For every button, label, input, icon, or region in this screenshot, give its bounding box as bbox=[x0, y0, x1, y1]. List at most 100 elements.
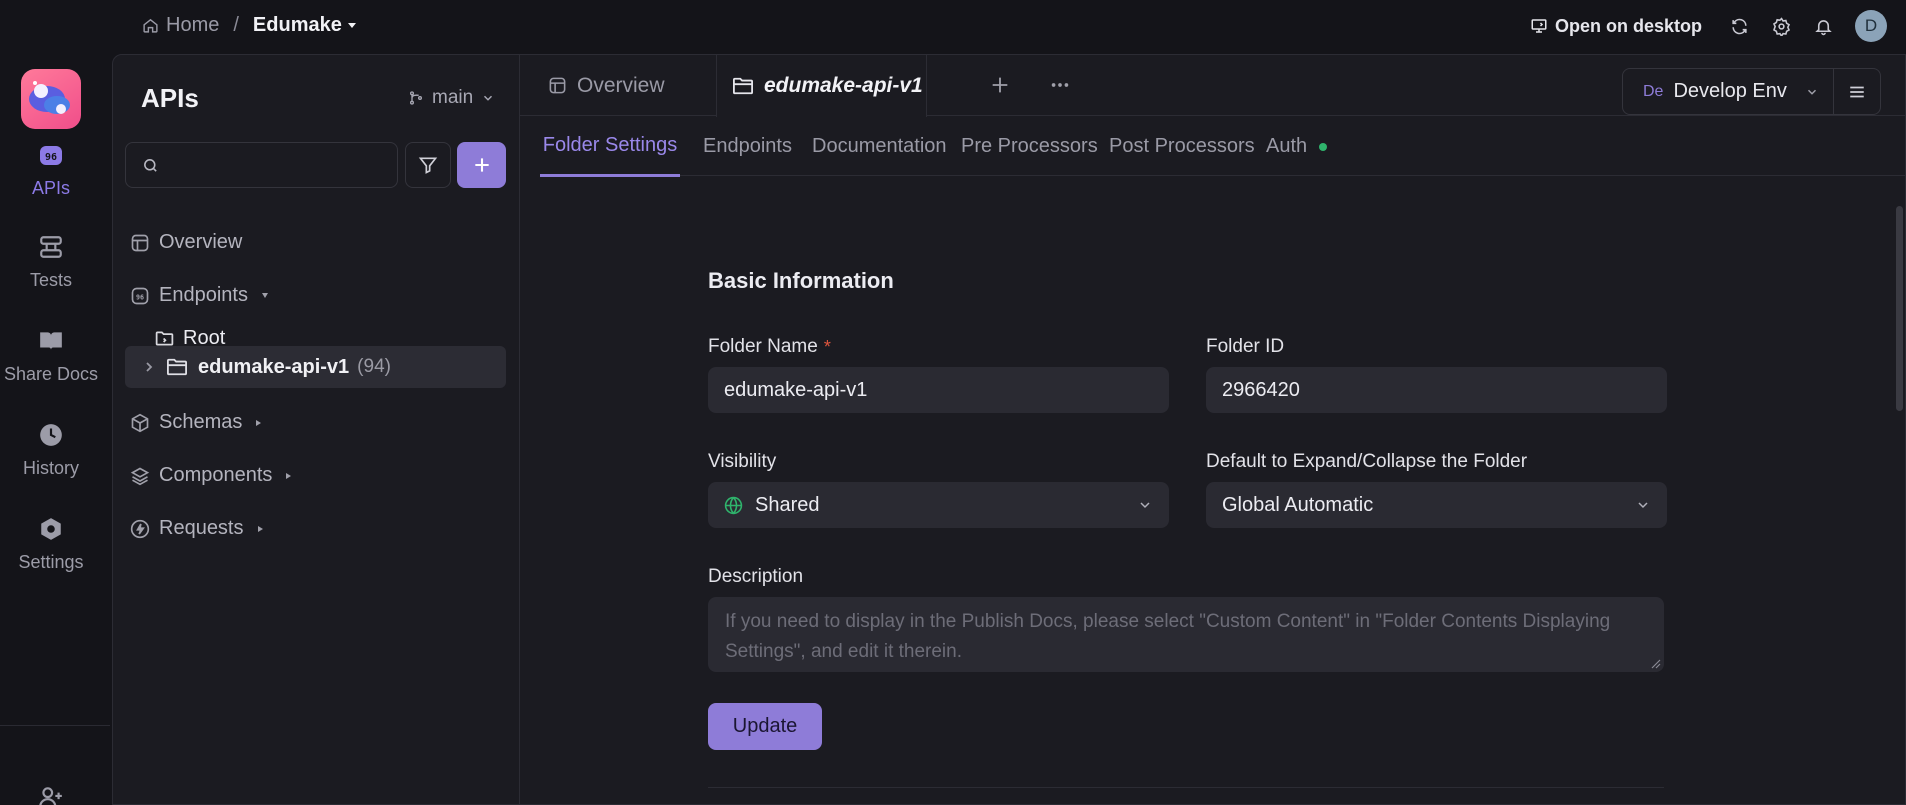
new-tab-button[interactable] bbox=[986, 71, 1014, 99]
rail-label-share-docs: Share Docs bbox=[3, 364, 99, 384]
expand-collapse-select[interactable]: Global Automatic bbox=[1206, 482, 1667, 528]
lightning-icon bbox=[129, 518, 151, 540]
monitor-icon bbox=[1530, 17, 1548, 35]
rail-label-tests: Tests bbox=[29, 270, 72, 290]
tree-label-components: Components bbox=[159, 464, 273, 486]
branch-icon bbox=[408, 90, 424, 106]
caret-down-icon bbox=[347, 22, 356, 28]
book-icon bbox=[36, 326, 66, 356]
clock-icon bbox=[36, 420, 66, 450]
tree-item-endpoints[interactable]: 96 Endpoints bbox=[129, 284, 268, 307]
env-label: Develop Env bbox=[1673, 80, 1787, 102]
expand-collapse-value: Global Automatic bbox=[1222, 493, 1374, 516]
tree-item-folder[interactable]: edumake-api-v1 (94) bbox=[125, 346, 506, 388]
environment-menu-button[interactable] bbox=[1834, 68, 1881, 115]
caret-right-icon bbox=[286, 472, 292, 479]
subtab-documentation[interactable]: Documentation bbox=[812, 117, 947, 176]
chevron-down-icon bbox=[1805, 85, 1819, 99]
left-rail: 96 APIs Tests Share Docs History Setting… bbox=[0, 52, 110, 805]
project-name: Edumake bbox=[252, 13, 342, 36]
avatar[interactable]: D bbox=[1855, 10, 1887, 42]
rail-item-settings[interactable]: Settings bbox=[0, 514, 102, 573]
folder-subtabs: Folder Settings Endpoints Documentation … bbox=[540, 117, 1905, 177]
tree-item-overview[interactable]: Overview bbox=[129, 231, 242, 254]
branch-selector[interactable]: main bbox=[408, 87, 495, 109]
breadcrumb-home[interactable]: Home bbox=[142, 14, 219, 37]
status-dot bbox=[1319, 142, 1328, 151]
rail-label-history: History bbox=[22, 458, 79, 478]
update-button[interactable]: Update bbox=[708, 703, 822, 750]
chevron-down-icon bbox=[481, 91, 495, 105]
folder-name: edumake-api-v1 bbox=[198, 355, 350, 378]
rail-item-share-docs[interactable]: Share Docs bbox=[0, 326, 102, 385]
visibility-value: Shared bbox=[755, 493, 820, 516]
tree-item-schemas[interactable]: Schemas bbox=[129, 411, 262, 434]
tree-label-schemas: Schemas bbox=[159, 411, 243, 433]
chevron-down-icon bbox=[1137, 497, 1153, 513]
open-desktop-button[interactable]: Open on desktop bbox=[1530, 16, 1702, 37]
folder-name-label-text: Folder Name bbox=[708, 336, 818, 357]
branch-name: main bbox=[432, 87, 474, 108]
filter-button[interactable] bbox=[405, 142, 451, 188]
caret-right-icon bbox=[257, 525, 263, 532]
environment-select[interactable]: De Develop Env bbox=[1622, 68, 1834, 115]
user-plus-icon bbox=[36, 782, 66, 805]
svg-text:96: 96 bbox=[45, 152, 57, 163]
subtab-post-processors[interactable]: Post Processors bbox=[1109, 117, 1255, 176]
subtab-folder-settings[interactable]: Folder Settings bbox=[540, 117, 680, 177]
api-icon: 96 bbox=[36, 140, 66, 170]
subtab-pre-processors[interactable]: Pre Processors bbox=[961, 117, 1098, 176]
refresh-icon[interactable] bbox=[1728, 15, 1750, 37]
filter-icon bbox=[418, 155, 438, 175]
expand-collapse-label: Default to Expand/Collapse the Folder bbox=[1206, 451, 1528, 472]
bell-icon[interactable] bbox=[1812, 15, 1834, 37]
caret-right-icon bbox=[256, 419, 262, 426]
folder-id-field[interactable]: 2966420 bbox=[1206, 367, 1667, 413]
tab-overview[interactable]: Overview bbox=[548, 55, 665, 116]
rail-item-tests[interactable]: Tests bbox=[0, 232, 102, 291]
layout-icon bbox=[548, 76, 567, 95]
folder-name-value: edumake-api-v1 bbox=[724, 378, 868, 401]
home-icon bbox=[142, 17, 159, 34]
globe-icon bbox=[724, 496, 743, 515]
caret-down-icon bbox=[261, 293, 268, 298]
visibility-select[interactable]: Shared bbox=[708, 482, 1169, 528]
folder-icon bbox=[166, 357, 188, 377]
layout-icon bbox=[129, 232, 151, 254]
subtab-auth[interactable]: Auth bbox=[1266, 117, 1328, 176]
gear-icon[interactable] bbox=[1770, 15, 1792, 37]
search-icon bbox=[142, 157, 159, 174]
top-bar: Home / Edumake Open on desktop D bbox=[0, 0, 1906, 52]
search-box[interactable] bbox=[125, 142, 398, 188]
more-tabs-button[interactable] bbox=[1046, 71, 1074, 99]
rail-item-history[interactable]: History bbox=[0, 420, 102, 479]
tab-bar: Overview edumake-api-v1 De Develop Env bbox=[520, 55, 1905, 117]
folder-name-field[interactable]: edumake-api-v1 bbox=[708, 367, 1169, 413]
tab-folder[interactable]: edumake-api-v1 bbox=[716, 55, 927, 117]
tree-item-requests[interactable]: Requests bbox=[129, 517, 263, 540]
scrollbar[interactable] bbox=[1896, 206, 1903, 411]
app-logo[interactable] bbox=[21, 69, 81, 129]
gear-hex-icon bbox=[36, 514, 66, 544]
add-button[interactable] bbox=[457, 142, 506, 188]
description-textarea[interactable]: If you need to display in the Publish Do… bbox=[708, 597, 1664, 672]
endpoint-icon: 96 bbox=[129, 285, 151, 307]
svg-text:96: 96 bbox=[136, 293, 144, 301]
rail-label-apis: APIs bbox=[31, 178, 70, 198]
description-label: Description bbox=[708, 566, 804, 587]
rail-divider bbox=[0, 725, 110, 726]
env-badge: De bbox=[1643, 82, 1664, 100]
tree-item-components[interactable]: Components bbox=[129, 464, 292, 487]
project-switcher[interactable]: Edumake bbox=[253, 14, 356, 37]
search-input[interactable] bbox=[169, 155, 389, 175]
rail-item-invite[interactable] bbox=[0, 782, 102, 805]
tree-label-requests: Requests bbox=[159, 517, 244, 539]
breadcrumb-separator: / bbox=[233, 13, 239, 36]
rail-item-apis[interactable]: 96 APIs bbox=[0, 140, 102, 199]
subtab-endpoints[interactable]: Endpoints bbox=[703, 117, 792, 176]
api-sidebar: APIs main Overview 96 Endpoints Root edu… bbox=[113, 55, 520, 804]
chevron-right-icon bbox=[144, 361, 156, 373]
tests-icon bbox=[36, 232, 66, 262]
resize-handle-icon[interactable] bbox=[1651, 659, 1661, 669]
tree-label-overview: Overview bbox=[159, 231, 243, 253]
